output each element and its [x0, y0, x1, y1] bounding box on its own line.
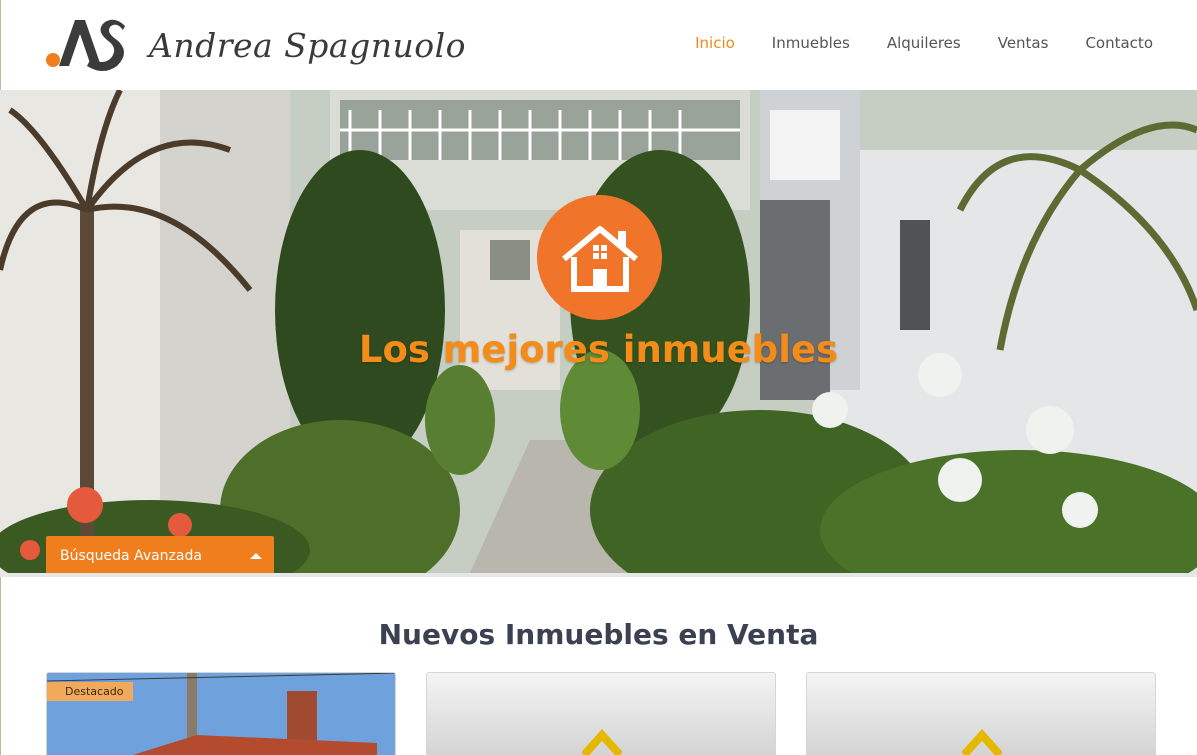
site-logo[interactable]: Andrea Spagnuolo — [45, 16, 466, 72]
property-card[interactable] — [426, 672, 776, 755]
section-divider — [0, 573, 1197, 577]
nav-item-inmuebles[interactable]: Inmuebles — [772, 34, 850, 52]
featured-badge: Destacado — [47, 682, 133, 701]
site-header: Andrea Spagnuolo Inicio Inmuebles Alquil… — [0, 0, 1197, 90]
placeholder-house-icon — [962, 729, 1002, 755]
nav-item-inicio[interactable]: Inicio — [695, 34, 735, 52]
main-nav: Inicio Inmuebles Alquileres Ventas Conta… — [658, 34, 1153, 52]
property-card[interactable]: Destacado — [46, 672, 396, 755]
section-title: Nuevos Inmuebles en Venta — [378, 618, 819, 651]
house-icon — [537, 195, 662, 320]
nav-item-ventas[interactable]: Ventas — [998, 34, 1049, 52]
nav-item-contacto[interactable]: Contacto — [1085, 34, 1153, 52]
caret-up-icon — [250, 553, 262, 559]
page-left-border — [0, 577, 1, 755]
property-card[interactable] — [806, 672, 1156, 755]
placeholder-house-icon — [582, 729, 622, 755]
advanced-search-label: Búsqueda Avanzada — [60, 548, 202, 564]
hero-title: Los mejores inmuebles — [358, 328, 839, 371]
hero-banner: Los mejores inmuebles Búsqueda Avanzada — [0, 90, 1197, 573]
nav-item-alquileres[interactable]: Alquileres — [887, 34, 961, 52]
logo-text: Andrea Spagnuolo — [149, 25, 467, 65]
advanced-search-toggle[interactable]: Búsqueda Avanzada — [46, 536, 274, 573]
logo-mark-icon — [46, 19, 125, 71]
